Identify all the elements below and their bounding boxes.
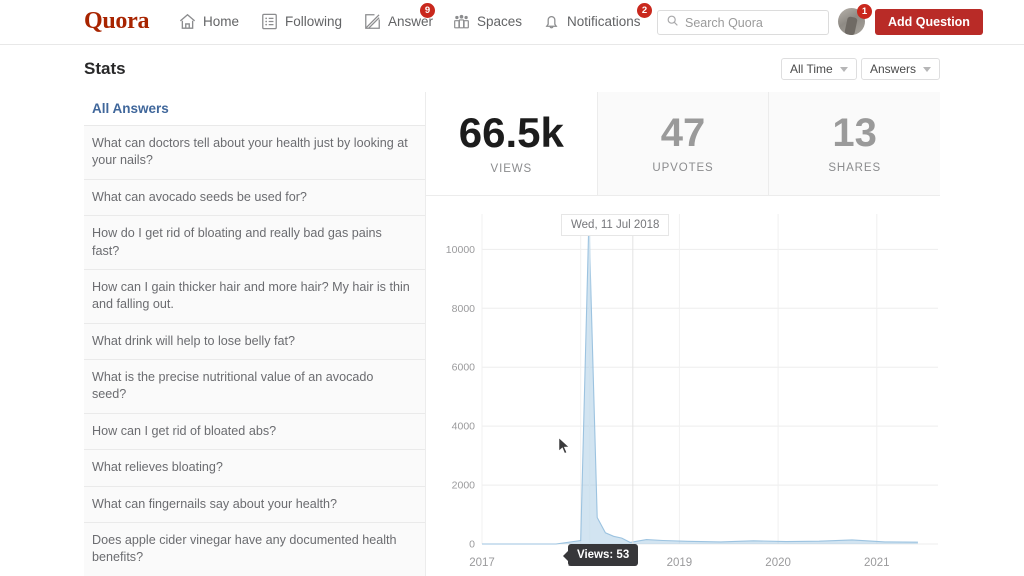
svg-text:8000: 8000 — [452, 303, 476, 315]
svg-text:4000: 4000 — [452, 421, 476, 433]
nav-item-notifications[interactable]: Notifications 2 — [542, 3, 652, 31]
time-filter-label: All Time — [790, 62, 833, 76]
list-item[interactable]: What relieves bloating? — [84, 450, 425, 487]
views-over-time-chart[interactable]: 0200040006000800010000201720182019202020… — [426, 200, 940, 576]
shares-value: 13 — [832, 111, 877, 155]
svg-text:0: 0 — [469, 539, 475, 551]
nav-label-notifications: Notifications — [567, 14, 641, 29]
list-item[interactable]: Does apple cider vinegar have any docume… — [84, 522, 425, 576]
content-type-filter-label: Answers — [870, 62, 917, 76]
stat-card-upvotes[interactable]: 47 UPVOTES — [597, 92, 770, 196]
list-item[interactable]: What can avocado seeds be used for? — [84, 179, 425, 217]
quora-logo[interactable]: Quora — [84, 8, 149, 35]
notifications-badge: 2 — [637, 3, 652, 18]
chart-date-tooltip: Wed, 11 Jul 2018 — [561, 214, 670, 236]
list-item[interactable]: What can fingernails say about your heal… — [84, 486, 425, 523]
time-filter-dropdown[interactable]: All Time — [781, 58, 857, 80]
chart-value-tooltip: Views: 53 — [562, 544, 639, 566]
shares-label: SHARES — [828, 162, 882, 174]
list-item[interactable]: What can doctors tell about your health … — [84, 126, 425, 180]
views-value: 66.5k — [458, 109, 564, 156]
list-item[interactable]: How can I get rid of bloated abs? — [84, 413, 425, 451]
svg-text:2019: 2019 — [667, 557, 693, 569]
list-item[interactable]: How can I gain thicker hair and more hai… — [84, 269, 425, 324]
stats-cards: 66.5k VIEWS 47 UPVOTES 13 SHARES — [426, 92, 941, 196]
nav-label-following: Following — [285, 14, 343, 29]
add-question-button[interactable]: Add Question — [875, 9, 983, 35]
top-navigation-bar: Quora Home Following Answer 9 Spaces Not… — [0, 0, 1024, 45]
page-title: Stats — [84, 59, 126, 78]
views-label: VIEWS — [490, 163, 533, 175]
upvotes-value: 47 — [660, 111, 706, 155]
nav-item-answer[interactable]: Answer 9 — [363, 3, 435, 31]
list-item[interactable]: How do I get rid of bloating and really … — [84, 216, 425, 270]
list-icon — [260, 12, 279, 31]
chevron-down-icon — [839, 66, 848, 72]
chevron-down-icon — [923, 66, 932, 72]
mouse-cursor — [558, 436, 571, 455]
svg-text:6000: 6000 — [452, 362, 476, 374]
nav-item-spaces[interactable]: Spaces — [452, 12, 522, 31]
svg-text:2017: 2017 — [469, 557, 495, 569]
home-icon — [178, 12, 197, 31]
nav-label-home: Home — [203, 14, 240, 29]
stat-card-shares[interactable]: 13 SHARES — [769, 92, 941, 196]
svg-text:2020: 2020 — [765, 557, 791, 569]
nav-label-spaces: Spaces — [477, 14, 523, 29]
nav-item-following[interactable]: Following — [260, 12, 342, 31]
content-type-filter-dropdown[interactable]: Answers — [861, 58, 941, 80]
avatar-badge: 1 — [857, 4, 872, 19]
svg-text:2021: 2021 — [864, 557, 890, 569]
search-input[interactable]: Search Quora — [657, 10, 829, 35]
people-icon — [452, 12, 471, 31]
nav-item-home[interactable]: Home — [178, 12, 239, 31]
answers-sidebar: All Answers What can doctors tell about … — [84, 92, 426, 576]
upvotes-label: UPVOTES — [652, 162, 714, 174]
pencil-square-icon — [363, 12, 382, 31]
svg-text:10000: 10000 — [446, 244, 475, 256]
answer-list: What can doctors tell about your health … — [84, 126, 425, 576]
search-placeholder: Search Quora — [685, 15, 763, 30]
list-item[interactable]: What drink will help to lose belly fat? — [84, 323, 425, 360]
sidebar-item-all-answers[interactable]: All Answers — [84, 92, 425, 126]
search-icon — [666, 14, 679, 32]
answer-badge: 9 — [420, 3, 435, 18]
chart-canvas: 0200040006000800010000201720182019202020… — [446, 214, 938, 569]
stat-card-views[interactable]: 66.5k VIEWS — [426, 92, 598, 196]
bell-icon — [542, 12, 561, 31]
svg-text:2000: 2000 — [452, 480, 476, 492]
list-item[interactable]: What is the precise nutritional value of… — [84, 360, 425, 414]
